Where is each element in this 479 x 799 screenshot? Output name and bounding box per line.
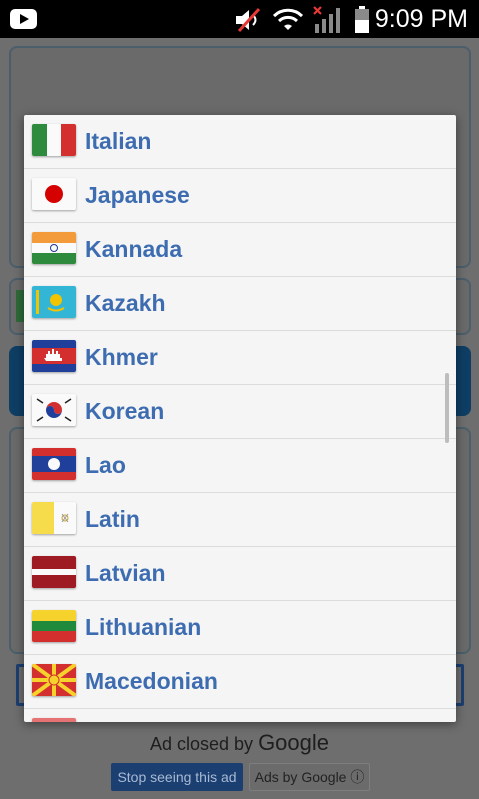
language-label: Latvian <box>85 560 166 586</box>
laos-flag-icon <box>32 448 76 480</box>
language-label: Japanese <box>85 182 190 208</box>
japan-flag-icon <box>32 178 76 210</box>
partial-flag-icon <box>32 718 76 722</box>
language-label: Lao <box>85 452 126 478</box>
language-label: Italian <box>85 128 152 154</box>
status-bar: 9:09 PM <box>0 0 479 38</box>
battery-icon <box>355 6 369 33</box>
south-korea-flag-icon <box>32 394 76 426</box>
language-item-kannada[interactable]: Kannada <box>24 223 456 277</box>
volume-muted-icon <box>236 7 261 33</box>
youtube-notification-icon <box>10 9 37 29</box>
language-item-latvian[interactable]: Latvian <box>24 547 456 601</box>
language-label: Khmer <box>85 344 158 370</box>
ad-closed-text: Ad closed by Google <box>149 730 330 755</box>
kazakhstan-flag-icon <box>32 286 76 318</box>
language-label: Korean <box>85 398 165 424</box>
lithuania-flag-icon <box>32 610 76 642</box>
ad-feedback-buttons: Stop seeing this ad Ads by Google ⓘ <box>111 763 370 791</box>
clock: 9:09 PM <box>374 5 468 33</box>
cambodia-flag-icon <box>32 340 76 372</box>
language-label: Latin <box>85 506 140 532</box>
list-scrollbar[interactable] <box>445 373 449 443</box>
status-icons <box>233 6 371 34</box>
india-flag-icon <box>32 232 76 264</box>
language-item-korean[interactable]: Korean <box>24 385 456 439</box>
macedonia-flag-icon <box>32 664 76 696</box>
language-label: Lithuanian <box>85 614 202 640</box>
wifi-icon <box>273 8 303 30</box>
language-picker-dialog: Italian Japanese Kannada Kazakh Khmer Ko… <box>24 115 456 722</box>
language-label: Kazakh <box>85 290 166 316</box>
stop-seeing-ad-button[interactable]: Stop seeing this ad <box>111 763 243 791</box>
language-item-latin[interactable]: Latin <box>24 493 456 547</box>
language-label: Macedonian <box>85 668 218 694</box>
language-item-khmer[interactable]: Khmer <box>24 331 456 385</box>
language-item-lao[interactable]: Lao <box>24 439 456 493</box>
language-item-macedonian[interactable]: Macedonian <box>24 655 456 709</box>
italy-flag-icon <box>32 124 76 156</box>
language-item-italian[interactable]: Italian <box>24 115 456 169</box>
language-list: Italian Japanese Kannada Kazakh Khmer Ko… <box>24 115 456 722</box>
ads-by-google-button[interactable]: Ads by Google ⓘ <box>249 763 370 791</box>
language-item-partial[interactable] <box>24 709 456 722</box>
latvia-flag-icon <box>32 556 76 588</box>
google-logo: Google <box>258 730 330 755</box>
language-label: Kannada <box>85 236 183 262</box>
language-item-kazakh[interactable]: Kazakh <box>24 277 456 331</box>
language-item-japanese[interactable]: Japanese <box>24 169 456 223</box>
signal-icon <box>313 6 340 33</box>
language-item-lithuanian[interactable]: Lithuanian <box>24 601 456 655</box>
vatican-flag-icon <box>32 502 76 534</box>
